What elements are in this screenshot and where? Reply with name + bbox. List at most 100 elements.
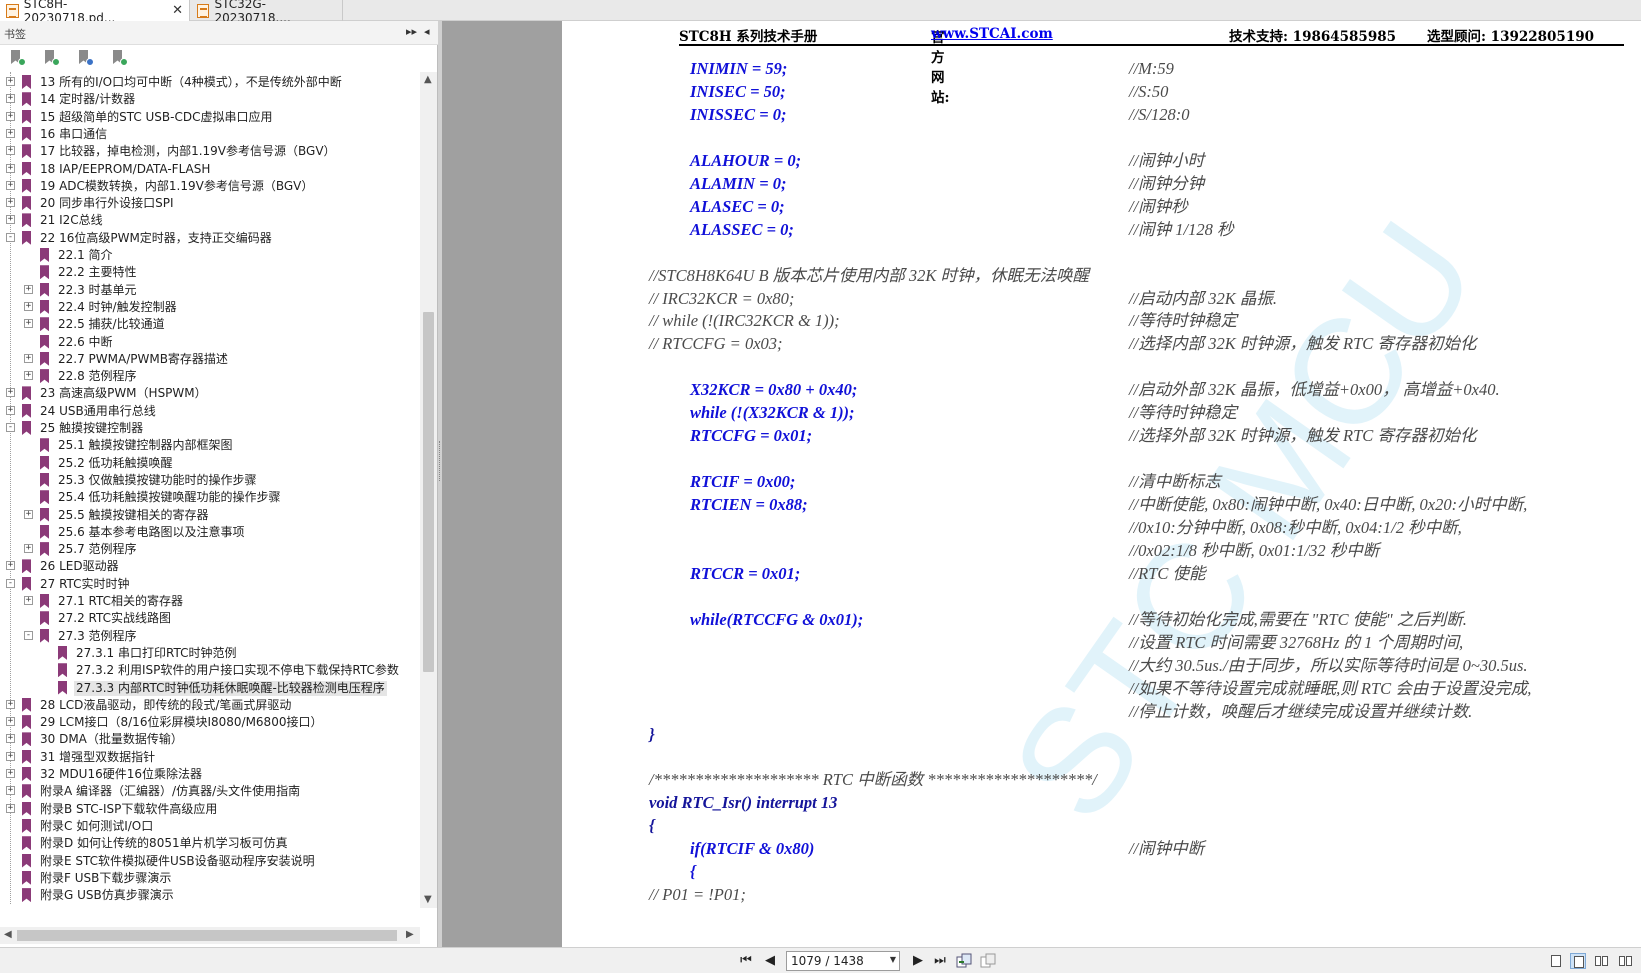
expand-icon[interactable]: +: [6, 128, 15, 138]
bookmark-item[interactable]: 25.2 低功耗触摸唤醒: [0, 455, 418, 472]
tab-stc32g[interactable]: STC32G-20230718....: [191, 0, 343, 25]
bookmark-item[interactable]: +15 超级简单的STC USB-CDC虚拟串口应用: [0, 109, 418, 126]
bookmark-item[interactable]: 25.1 触摸按键控制器内部框架图: [0, 437, 418, 454]
bookmark-add-icon[interactable]: [76, 49, 94, 67]
bookmark-expand-icon[interactable]: [8, 49, 26, 67]
expand-icon[interactable]: +: [24, 319, 33, 329]
bookmark-item[interactable]: +22.7 PWMA/PWMB寄存器描述: [0, 351, 418, 368]
expand-icon[interactable]: +: [24, 371, 33, 381]
collapse-icon[interactable]: -: [24, 630, 33, 640]
scroll-up-icon[interactable]: ▲: [424, 74, 432, 85]
bookmark-item[interactable]: 27.2 RTC实战线路图: [0, 610, 418, 627]
bookmark-item[interactable]: 22.1 简介: [0, 247, 418, 264]
bookmark-item[interactable]: + 附录A 编译器（汇编器）/仿真器/头文件使用指南: [0, 783, 418, 800]
expand-icon[interactable]: +: [6, 699, 15, 709]
navigate-forward-icon[interactable]: [980, 953, 996, 969]
bookmark-item[interactable]: +18 IAP/EEPROM/DATA-FLASH: [0, 161, 418, 178]
first-page-icon[interactable]: ⏮: [738, 953, 754, 969]
bookmark-item[interactable]: 附录C 如何测试I/O口: [0, 818, 418, 835]
website-link[interactable]: www.STCAI.com: [931, 26, 1053, 42]
tab-stc8h[interactable]: STC8H-20230718.pd... ✕: [0, 0, 190, 25]
bookmark-item[interactable]: 22.6 中断: [0, 334, 418, 351]
scroll-right-icon[interactable]: ▶: [406, 929, 414, 940]
expand-icon[interactable]: +: [6, 111, 15, 121]
expand-icon[interactable]: +: [24, 353, 33, 363]
expand-icon[interactable]: +: [6, 803, 15, 813]
bookmark-item[interactable]: +25.7 范例程序: [0, 541, 418, 558]
bookmark-item[interactable]: +20 同步串行外设接口SPI: [0, 195, 418, 212]
bookmark-item[interactable]: 附录G USB仿真步骤演示: [0, 887, 418, 904]
bookmark-item[interactable]: +13 所有的I/O口均可中断（4种模式），不是传统外部中断: [0, 74, 418, 91]
navigate-back-icon[interactable]: [956, 953, 972, 969]
panel-options-icon[interactable]: ▸▸: [406, 25, 417, 38]
expand-icon[interactable]: +: [6, 786, 15, 796]
expand-icon[interactable]: +: [6, 717, 15, 727]
bookmark-item[interactable]: +22.5 捕获/比较通道: [0, 316, 418, 333]
expand-icon[interactable]: +: [6, 388, 15, 398]
prev-page-icon[interactable]: ◀: [762, 953, 778, 969]
close-icon[interactable]: ✕: [172, 3, 183, 18]
bookmark-item[interactable]: +19 ADC模数转换，内部1.19V参考信号源（BGV）: [0, 178, 418, 195]
bookmark-item[interactable]: +27.1 RTC相关的寄存器: [0, 593, 418, 610]
expand-icon[interactable]: +: [24, 544, 33, 554]
bookmark-item[interactable]: +25.5 触摸按键相关的寄存器: [0, 507, 418, 524]
bookmark-horizontal-scrollbar[interactable]: ◀ ▶: [0, 927, 420, 944]
bookmark-item[interactable]: 25.3 仅做触摸按键功能时的操作步骤: [0, 472, 418, 489]
expand-icon[interactable]: +: [6, 751, 15, 761]
chevron-down-icon[interactable]: ▼: [890, 955, 896, 964]
bookmark-item[interactable]: - 22 16位高级PWM定时器，支持正交编码器: [0, 230, 418, 247]
bookmark-find-icon[interactable]: [110, 49, 128, 67]
expand-icon[interactable]: +: [6, 405, 15, 415]
bookmark-item[interactable]: 25.6 基本参考电路图以及注意事项: [0, 524, 418, 541]
bookmark-item[interactable]: + 附录B STC-ISP下载软件高级应用: [0, 801, 418, 818]
next-page-icon[interactable]: ▶: [910, 953, 926, 969]
bookmark-item[interactable]: 附录E STC软件模拟硬件USB设备驱动程序安装说明: [0, 853, 418, 870]
single-page-view-icon[interactable]: [1548, 953, 1564, 969]
collapse-panel-icon[interactable]: ◂: [424, 25, 430, 38]
bookmark-item[interactable]: - 27 RTC实时时钟: [0, 576, 418, 593]
collapse-icon[interactable]: -: [6, 423, 15, 432]
continuous-view-icon[interactable]: [1570, 953, 1586, 969]
expand-icon[interactable]: +: [6, 198, 15, 208]
bookmark-item[interactable]: - 25 触摸按键控制器: [0, 420, 418, 437]
collapse-icon[interactable]: -: [6, 578, 15, 588]
expand-icon[interactable]: +: [6, 769, 15, 778]
bookmark-item[interactable]: +14 定时器/计数器: [0, 91, 418, 108]
bookmark-item[interactable]: +22.3 时基单元: [0, 282, 418, 299]
expand-icon[interactable]: +: [6, 77, 15, 86]
bookmark-item[interactable]: +32 MDU16硬件16位乘除法器: [0, 766, 418, 783]
expand-icon[interactable]: +: [6, 734, 15, 744]
bookmark-item[interactable]: 27.3.2 利用ISP软件的用户接口实现不停电下载保持RTC参数: [0, 662, 418, 679]
last-page-icon[interactable]: ⏭: [932, 953, 948, 969]
bookmark-item[interactable]: +29 LCM接口（8/16位彩屏模块I8080/M6800接口）: [0, 714, 418, 731]
bookmark-item[interactable]: +26 LED驱动器: [0, 558, 418, 575]
expand-icon[interactable]: +: [6, 163, 15, 173]
collapse-icon[interactable]: -: [6, 232, 15, 242]
bookmark-item[interactable]: +31 增强型双数据指针: [0, 749, 418, 766]
expand-icon[interactable]: +: [6, 94, 15, 104]
bookmark-item[interactable]: 附录D 如何让传统的8051单片机学习板可仿真: [0, 835, 418, 852]
bookmark-item[interactable]: +28 LCD液晶驱动，即传统的段式/笔画式屏驱动: [0, 697, 418, 714]
bookmark-item[interactable]: 附录F USB下载步骤演示: [0, 870, 418, 887]
page-number-input[interactable]: 1079 / 1438 ▼: [786, 951, 900, 971]
bookmark-item[interactable]: +17 比较器，掉电检测，内部1.19V参考信号源（BGV）: [0, 143, 418, 160]
two-page-continuous-icon[interactable]: [1618, 953, 1634, 969]
expand-icon[interactable]: +: [24, 284, 33, 294]
bookmark-vertical-scrollbar[interactable]: ▲ ▼: [420, 72, 437, 908]
scroll-thumb[interactable]: [17, 930, 397, 941]
two-page-view-icon[interactable]: [1594, 953, 1610, 969]
scroll-down-icon[interactable]: ▼: [424, 894, 432, 905]
bookmark-item[interactable]: 22.2 主要特性: [0, 264, 418, 281]
bookmark-item[interactable]: 27.3.1 串口打印RTC时钟范例: [0, 645, 418, 662]
expand-icon[interactable]: +: [6, 215, 15, 225]
scroll-thumb[interactable]: [423, 312, 434, 672]
bookmark-collapse-icon[interactable]: [42, 49, 60, 67]
expand-icon[interactable]: +: [24, 301, 33, 311]
expand-icon[interactable]: +: [6, 180, 15, 190]
bookmark-item[interactable]: +16 串口通信: [0, 126, 418, 143]
bookmark-item[interactable]: +23 高速高级PWM（HSPWM）: [0, 385, 418, 402]
expand-icon[interactable]: +: [6, 561, 15, 571]
bookmark-item[interactable]: - 27.3 范例程序: [0, 628, 418, 645]
bookmark-item[interactable]: +22.8 范例程序: [0, 368, 418, 385]
expand-icon[interactable]: +: [6, 146, 15, 156]
